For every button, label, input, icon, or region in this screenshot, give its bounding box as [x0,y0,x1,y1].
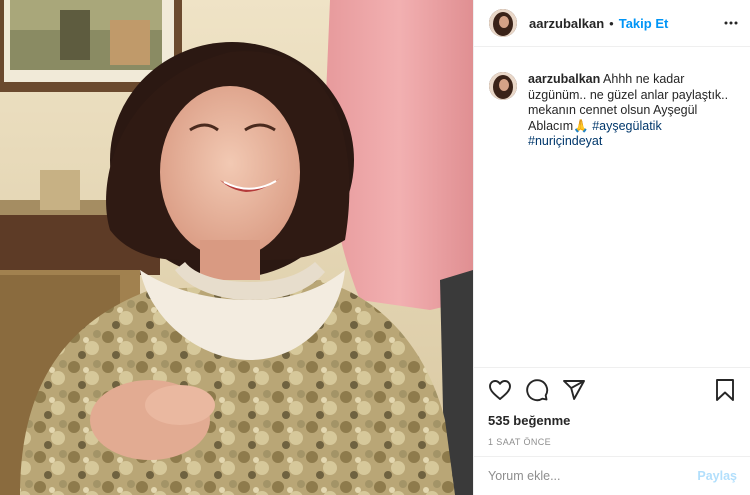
post-caption: aarzubalkan Ahhh ne kadar üzgünüm.. ne g… [474,47,750,150]
hashtag-link[interactable]: #nuriçindeyat [528,134,602,148]
comment-icon[interactable] [525,378,549,402]
caption-avatar[interactable] [489,72,517,100]
bookmark-icon[interactable] [713,378,737,402]
heart-icon[interactable] [488,378,512,402]
post-actions: 535 beğenme 1 SAAT ÖNCE [474,367,750,457]
likes-count[interactable]: 535 beğenme [488,413,737,428]
caption-username[interactable]: aarzubalkan [528,72,600,86]
comment-bar: Paylaş [474,456,750,495]
header-separator: • [609,15,614,31]
action-icons-row [488,378,737,402]
follow-button[interactable]: Takip Et [619,16,669,31]
avatar-image [489,72,517,100]
avatar-image [489,9,517,37]
photo-illustration [0,0,473,495]
header-username[interactable]: aarzubalkan [529,16,604,31]
more-horizontal-icon[interactable] [724,16,738,30]
comment-input[interactable] [488,469,698,483]
hashtag-link[interactable]: #ayşegülatik [592,119,662,133]
post-photo[interactable] [0,0,473,495]
caption-text-block: aarzubalkan Ahhh ne kadar üzgünüm.. ne g… [528,72,735,150]
user-avatar[interactable] [489,9,517,37]
share-icon[interactable] [562,378,586,402]
post-side-panel: aarzubalkan • Takip Et aarzubalkan Ahhh … [473,0,750,495]
post-header: aarzubalkan • Takip Et [474,0,750,47]
post-timestamp[interactable]: 1 SAAT ÖNCE [488,437,737,447]
post-comment-button[interactable]: Paylaş [697,469,737,483]
